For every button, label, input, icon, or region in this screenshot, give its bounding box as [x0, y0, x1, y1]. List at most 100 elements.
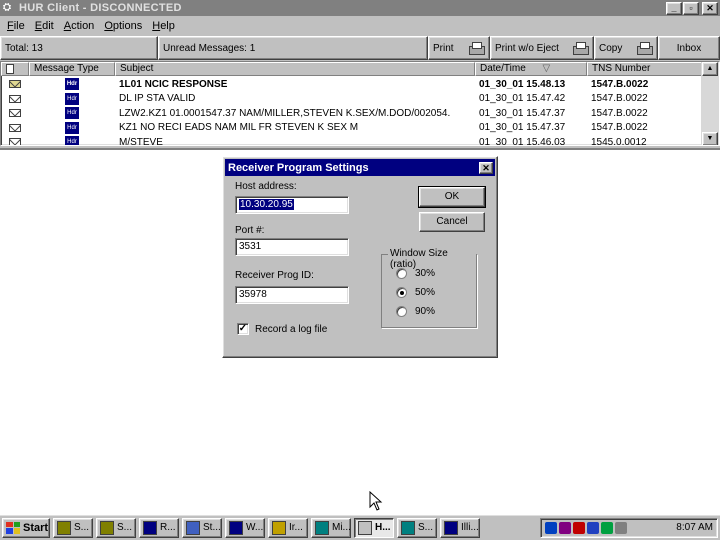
title-bar[interactable]: ⛭ HUR Client - DISCONNECTED _ ▫ ✕ [0, 0, 720, 16]
taskbar-button[interactable]: Mi... [311, 517, 351, 538]
program-icon [444, 520, 458, 535]
dialog-close-icon[interactable]: ✕ [479, 161, 493, 174]
window-size-option[interactable]: 90% [396, 306, 435, 317]
close-button[interactable]: ✕ [702, 1, 718, 15]
mouse-cursor-icon [369, 491, 383, 511]
message-list[interactable]: Message Type Subject Date/Time ▽ TNS Num… [0, 61, 720, 146]
sort-indicator-icon: ▽ [542, 63, 551, 74]
taskbar-button[interactable]: S... [96, 517, 136, 538]
receiver-prog-field[interactable]: 35978 [235, 286, 349, 304]
total-count: Total: 13 [0, 36, 158, 60]
table-row[interactable]: Hdr M/STEVE 01_30_01 15.46.03 1545.0.0012 [1, 135, 703, 146]
copier-icon [635, 41, 653, 55]
restore-button[interactable]: ▫ [683, 1, 699, 15]
table-row[interactable]: Hdr LZW2.KZ1 01.0001547.37 NAM/MILLER,STE… [1, 106, 703, 121]
menu-item-help[interactable]: Help [147, 20, 180, 32]
tray-icon[interactable] [545, 521, 557, 534]
tray-icon[interactable] [573, 521, 585, 534]
taskbar-button[interactable]: S... [53, 517, 93, 538]
column-header-tns[interactable]: TNS Number [587, 62, 703, 76]
clock[interactable]: 8:07 AM [676, 522, 713, 533]
port-label: Port #: [235, 225, 265, 236]
radio-button[interactable] [396, 268, 407, 279]
envelope-icon [9, 123, 21, 132]
option-label: 30% [415, 268, 436, 279]
column-header-type[interactable]: Message Type [29, 62, 115, 76]
tray-icon[interactable] [615, 521, 627, 534]
program-icon [272, 520, 286, 535]
menu-mnemonic: A [63, 20, 72, 32]
window-size-option[interactable]: 30% [396, 268, 435, 279]
taskbar-button[interactable]: R... [139, 517, 179, 538]
menu-label-rest: ile [13, 20, 25, 32]
row-subject: KZ1 NO RECI EADS NAM MIL FR STEVEN K SEX… [119, 122, 359, 134]
row-date: 01_30_01 15.48.13 [479, 78, 566, 90]
column-header-subject[interactable]: Subject [115, 62, 475, 76]
radio-button[interactable] [396, 287, 407, 298]
start-button[interactable]: Start [2, 517, 50, 538]
row-status-cell [1, 123, 29, 132]
row-date: 01_30_01 15.47.37 [479, 107, 566, 119]
row-subject: LZW2.KZ1 01.0001547.37 NAM/MILLER,STEVEN… [119, 107, 451, 119]
tray-icon[interactable] [587, 521, 599, 534]
menu-bar: File Edit Action Options Help [0, 17, 720, 35]
menu-mnemonic: O [104, 20, 113, 32]
tray-icon[interactable] [601, 521, 613, 534]
print-label: Print [433, 42, 454, 54]
host-address-field[interactable]: 10.30.20.95 [235, 196, 349, 214]
document-icon [6, 64, 14, 74]
menu-item-options[interactable]: Options [99, 20, 147, 32]
taskbar-button[interactable]: S... [397, 517, 437, 538]
printer-icon [467, 41, 485, 55]
taskbar-button[interactable]: W... [225, 517, 265, 538]
record-log-checkbox[interactable]: ✓ [237, 323, 249, 335]
app-icon: ⛭ [3, 2, 11, 13]
minimize-button[interactable]: _ [666, 1, 682, 15]
tray-icon[interactable] [559, 521, 571, 534]
ok-button[interactable]: OK [418, 186, 486, 208]
row-status-cell [1, 94, 29, 103]
print-without-eject-button[interactable]: Print w/o Eject [490, 36, 594, 60]
taskbar-button[interactable]: H... [354, 517, 394, 538]
status-toolbar: Total: 13 Unread Messages: 1 Print Print… [0, 36, 720, 60]
scroll-down-icon[interactable]: ▼ [702, 132, 718, 145]
menu-item-edit[interactable]: Edit [30, 20, 59, 32]
menu-item-file[interactable]: File [2, 20, 30, 32]
row-date: 01_30_01 15.46.03 [479, 136, 566, 146]
program-icon [100, 520, 114, 535]
cancel-button[interactable]: Cancel [419, 212, 485, 232]
message-type-icon: Hdr [65, 78, 79, 91]
receiver-settings-dialog: Receiver Program Settings ✕ Host address… [222, 156, 498, 358]
row-tns: 1547.B.0022 [591, 93, 648, 105]
window-title: HUR Client - DISCONNECTED [19, 2, 182, 14]
print-button[interactable]: Print [428, 36, 490, 60]
dialog-title-bar[interactable]: Receiver Program Settings ✕ [225, 159, 495, 176]
row-subject: 1L01 NCIC RESPONSE [119, 78, 228, 90]
table-row[interactable]: Hdr KZ1 NO RECI EADS NAM MIL FR STEVEN K … [1, 121, 703, 136]
list-scrollbar[interactable]: ▲ ▼ [701, 62, 719, 145]
copy-button[interactable]: Copy [594, 36, 658, 60]
window-size-option[interactable]: 50% [396, 287, 435, 298]
scroll-up-icon[interactable]: ▲ [702, 62, 718, 76]
taskbar-button[interactable]: Ir... [268, 517, 308, 538]
column-header-date[interactable]: Date/Time ▽ [475, 62, 587, 76]
row-date: 01_30_01 15.47.37 [479, 122, 566, 134]
column-header-icon[interactable] [1, 62, 29, 76]
table-row[interactable]: Hdr 1L01 NCIC RESPONSE 01_30_01 15.48.13 15… [1, 77, 703, 92]
taskbar-button[interactable]: Illi... [440, 517, 480, 538]
envelope-icon [9, 94, 21, 103]
inbox-button[interactable]: Inbox [658, 36, 720, 60]
row-tns: 1547.B.0022 [591, 107, 648, 119]
record-log-label: Record a log file [255, 323, 328, 335]
taskbar-button[interactable]: St... [182, 517, 222, 538]
dialog-title: Receiver Program Settings [228, 161, 369, 174]
program-icon [143, 520, 157, 535]
taskbar-button-label: Mi... [332, 522, 351, 533]
port-field[interactable]: 3531 [235, 238, 349, 256]
system-tray: 8:07 AM [540, 517, 718, 538]
record-log-option[interactable]: ✓ Record a log file [237, 323, 327, 335]
radio-button[interactable] [396, 306, 407, 317]
printer-icon [571, 41, 589, 55]
menu-item-action[interactable]: Action [59, 20, 100, 32]
table-row[interactable]: Hdr DL IP STA VALID 01_30_01 15.47.42 1547.… [1, 92, 703, 107]
